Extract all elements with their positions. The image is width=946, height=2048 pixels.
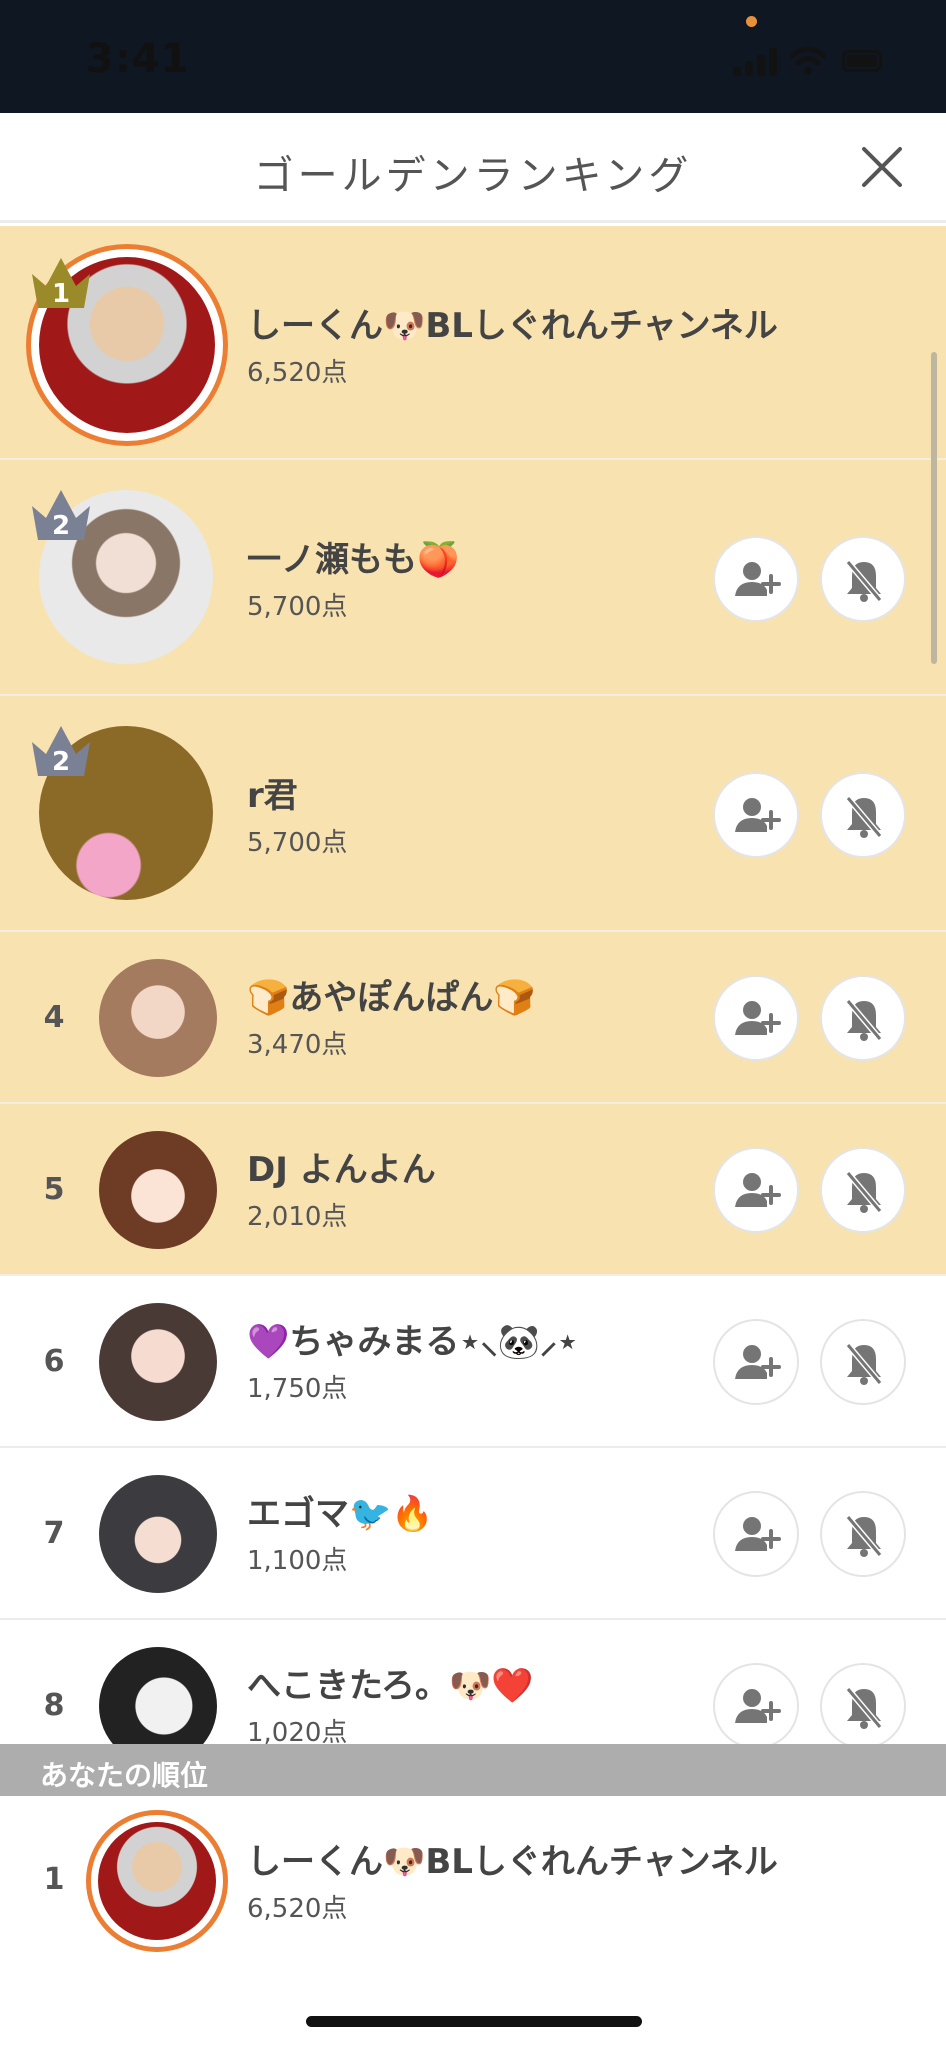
add-user-icon: [735, 1001, 781, 1035]
mute-button[interactable]: [820, 1319, 906, 1405]
rank-number: 7: [43, 1516, 65, 1551]
rank-number: 5: [43, 1172, 65, 1207]
notification-off-icon: [845, 1687, 883, 1729]
user-name[interactable]: エゴマ🐦🔥: [247, 1486, 434, 1535]
notification-off-icon: [845, 1171, 883, 1213]
battery-icon: [842, 50, 882, 72]
add-user-icon: [735, 798, 781, 832]
close-icon[interactable]: [858, 143, 906, 191]
mute-button[interactable]: [820, 1147, 906, 1233]
user-score: 2,010点: [247, 1202, 348, 1232]
ranking-row[interactable]: 7 エゴマ🐦🔥 1,100点: [0, 1448, 946, 1620]
add-user-icon: [735, 1689, 781, 1723]
mute-button[interactable]: [820, 1663, 906, 1744]
avatar[interactable]: [99, 1647, 217, 1744]
user-score: 5,700点: [247, 828, 348, 858]
rank-number: 8: [43, 1688, 65, 1723]
user-score: 6,520点: [247, 1894, 348, 1924]
avatar[interactable]: [99, 959, 217, 1077]
follow-button[interactable]: [713, 772, 799, 858]
rank-number: 6: [43, 1344, 65, 1379]
follow-button[interactable]: [713, 536, 799, 622]
ranking-row[interactable]: 8 へこきたろ。🐶❤️ 1,020点: [0, 1620, 946, 1744]
user-score: 1,750点: [247, 1374, 348, 1404]
notification-off-icon: [845, 796, 883, 838]
your-rank-label: あなたの順位: [40, 1759, 209, 1792]
user-score: 1,020点: [247, 1718, 348, 1744]
mute-button[interactable]: [820, 536, 906, 622]
rank-number: 1: [43, 1862, 65, 1897]
notification-off-icon: [845, 1515, 883, 1557]
user-score: 3,470点: [247, 1030, 348, 1060]
follow-button[interactable]: [713, 1663, 799, 1744]
rank-number: 4: [43, 1000, 65, 1035]
user-name[interactable]: しーくん🐶BLしぐれんチャンネル: [247, 298, 778, 347]
status-time: 3:41: [86, 36, 190, 82]
notification-off-icon: [845, 999, 883, 1041]
privacy-indicator-dot: [746, 16, 757, 27]
follow-button[interactable]: [713, 1319, 799, 1405]
status-bar: 3:41: [0, 0, 946, 113]
follow-button[interactable]: [713, 975, 799, 1061]
ranking-row[interactable]: 4 🍞あやぽんぱん🍞 3,470点: [0, 932, 946, 1104]
user-score: 1,100点: [247, 1546, 348, 1576]
ranking-row[interactable]: 5 DJ よんよん 2,010点: [0, 1104, 946, 1276]
svg-text:1: 1: [52, 279, 70, 309]
scrollbar[interactable]: [931, 352, 937, 664]
page-title: ゴールデンランキング: [253, 153, 693, 199]
user-name[interactable]: r君: [247, 768, 298, 817]
user-name[interactable]: DJ よんよん: [247, 1142, 436, 1191]
svg-text:2: 2: [52, 511, 70, 541]
notification-off-icon: [845, 560, 883, 602]
user-name[interactable]: へこきたろ。🐶❤️: [247, 1658, 534, 1707]
wifi-icon: [790, 46, 826, 75]
follow-button[interactable]: [713, 1491, 799, 1577]
crown-icon: 1: [32, 258, 90, 309]
add-user-icon: [735, 1345, 781, 1379]
notification-off-icon: [845, 1343, 883, 1385]
your-rank-header: あなたの順位: [0, 1744, 946, 1796]
ranking-row[interactable]: 1 しーくん🐶BLしぐれんチャンネル 6,520点: [0, 226, 946, 460]
ranking-row[interactable]: 2 r君 5,700点: [0, 696, 946, 932]
add-user-icon: [735, 1173, 781, 1207]
add-user-icon: [735, 1517, 781, 1551]
your-rank-row[interactable]: 1 しーくん🐶BLしぐれんチャンネル 6,520点: [0, 1796, 946, 1961]
ranking-row[interactable]: 6 💜ちゃみまる⋆⸜🐼⸝⋆ 1,750点: [0, 1276, 946, 1448]
crown-icon: 2: [32, 726, 90, 777]
avatar[interactable]: [86, 1810, 228, 1952]
follow-button[interactable]: [713, 1147, 799, 1233]
mute-button[interactable]: [820, 772, 906, 858]
user-name[interactable]: 💜ちゃみまる⋆⸜🐼⸝⋆: [247, 1314, 578, 1363]
user-score: 6,520点: [247, 358, 348, 388]
add-user-icon: [735, 562, 781, 596]
mute-button[interactable]: [820, 975, 906, 1061]
avatar[interactable]: [99, 1475, 217, 1593]
crown-icon: 2: [32, 490, 90, 541]
mute-button[interactable]: [820, 1491, 906, 1577]
avatar[interactable]: [99, 1303, 217, 1421]
home-indicator[interactable]: [306, 2016, 642, 2027]
user-name[interactable]: しーくん🐶BLしぐれんチャンネル: [247, 1834, 778, 1883]
svg-text:2: 2: [52, 747, 70, 777]
ranking-row[interactable]: 2 一ノ瀬もも🍑 5,700点: [0, 460, 946, 696]
signal-icon: [733, 48, 777, 76]
user-name[interactable]: 一ノ瀬もも🍑: [247, 532, 459, 581]
user-score: 5,700点: [247, 592, 348, 622]
modal-header: ゴールデンランキング: [0, 113, 946, 223]
user-name[interactable]: 🍞あやぽんぱん🍞: [247, 970, 536, 1019]
avatar[interactable]: [99, 1131, 217, 1249]
ranking-list[interactable]: 1 しーくん🐶BLしぐれんチャンネル 6,520点 2 一ノ瀬もも🍑 5,700…: [0, 226, 946, 1744]
